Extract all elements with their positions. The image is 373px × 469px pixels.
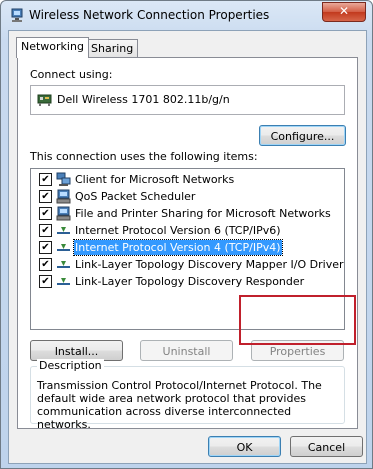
checkbox[interactable]: ✔ <box>39 275 52 288</box>
adapter-name: Dell Wireless 1701 802.11b/g/n <box>57 93 230 106</box>
list-item[interactable]: ✔ Internet Protocol Version 6 (TCP/IPv6) <box>31 222 342 239</box>
window-title: Wireless Network Connection Properties <box>29 8 270 22</box>
items-label: This connection uses the following items… <box>30 150 258 163</box>
network-client-icon <box>56 172 71 186</box>
ok-button[interactable]: OK <box>208 436 281 457</box>
network-service-icon <box>56 189 71 204</box>
list-item[interactable]: ✔ File and Printer Sharing for Microsoft… <box>31 205 342 222</box>
protocol-icon <box>57 278 70 285</box>
list-item-label: Internet Protocol Version 6 (TCP/IPv6) <box>75 224 281 237</box>
list-item[interactable]: ✔ QoS Packet Scheduler <box>31 188 342 205</box>
network-connection-icon <box>11 8 23 22</box>
checkbox[interactable]: ✔ <box>39 258 52 271</box>
list-item-label: Client for Microsoft Networks <box>75 173 235 186</box>
list-item[interactable]: ✔ Internet Protocol Version 4 (TCP/IPv4) <box>31 239 342 256</box>
protocol-icon <box>57 227 70 234</box>
tab-networking[interactable]: Networking <box>16 37 89 58</box>
checkbox[interactable]: ✔ <box>39 241 52 254</box>
list-item[interactable]: ✔ Link-Layer Topology Discovery Responde… <box>31 273 342 290</box>
list-item-label: File and Printer Sharing for Microsoft N… <box>75 207 331 220</box>
list-item-label-selected: Internet Protocol Version 4 (TCP/IPv4) <box>73 239 283 256</box>
list-item[interactable]: ✔ Link-Layer Topology Discovery Mapper I… <box>31 256 344 273</box>
network-adapter-icon <box>37 94 52 106</box>
configure-button[interactable]: Configure... <box>259 125 346 146</box>
description-group: Description Transmission Control Protoco… <box>30 359 345 431</box>
install-button[interactable]: Install... <box>30 340 123 361</box>
checkbox[interactable]: ✔ <box>39 173 52 186</box>
checkbox[interactable]: ✔ <box>39 190 52 203</box>
checkbox[interactable]: ✔ <box>39 207 52 220</box>
list-item-label: Link-Layer Topology Discovery Mapper I/O… <box>75 258 344 271</box>
description-text: Transmission Control Protocol/Internet P… <box>37 379 322 431</box>
list-item[interactable]: ✔ Client for Microsoft Networks <box>31 171 342 188</box>
highlight-annotation-box <box>239 295 356 345</box>
cancel-button[interactable]: Cancel <box>290 436 363 457</box>
properties-window: Wireless Network Connection Properties ✕… <box>0 0 373 469</box>
network-service-icon <box>56 206 71 221</box>
connect-using-label: Connect using: <box>30 68 113 81</box>
uninstall-button[interactable]: Uninstall <box>140 340 233 361</box>
close-button[interactable]: ✕ <box>322 2 366 22</box>
checkbox[interactable]: ✔ <box>39 224 52 237</box>
list-item-label: Link-Layer Topology Discovery Responder <box>75 275 305 288</box>
protocol-icon <box>57 261 70 268</box>
title-bar[interactable]: Wireless Network Connection Properties ✕ <box>1 1 372 29</box>
dialog-client-area: Networking Sharing Connect using: Dell W… <box>8 30 367 464</box>
list-item-label: QoS Packet Scheduler <box>75 190 196 203</box>
tab-sharing[interactable]: Sharing <box>86 39 139 58</box>
protocol-icon <box>57 244 70 251</box>
networking-panel: Connect using: Dell Wireless 1701 802.11… <box>17 57 358 431</box>
description-legend: Description <box>37 359 104 372</box>
adapter-field: Dell Wireless 1701 802.11b/g/n <box>30 85 345 115</box>
